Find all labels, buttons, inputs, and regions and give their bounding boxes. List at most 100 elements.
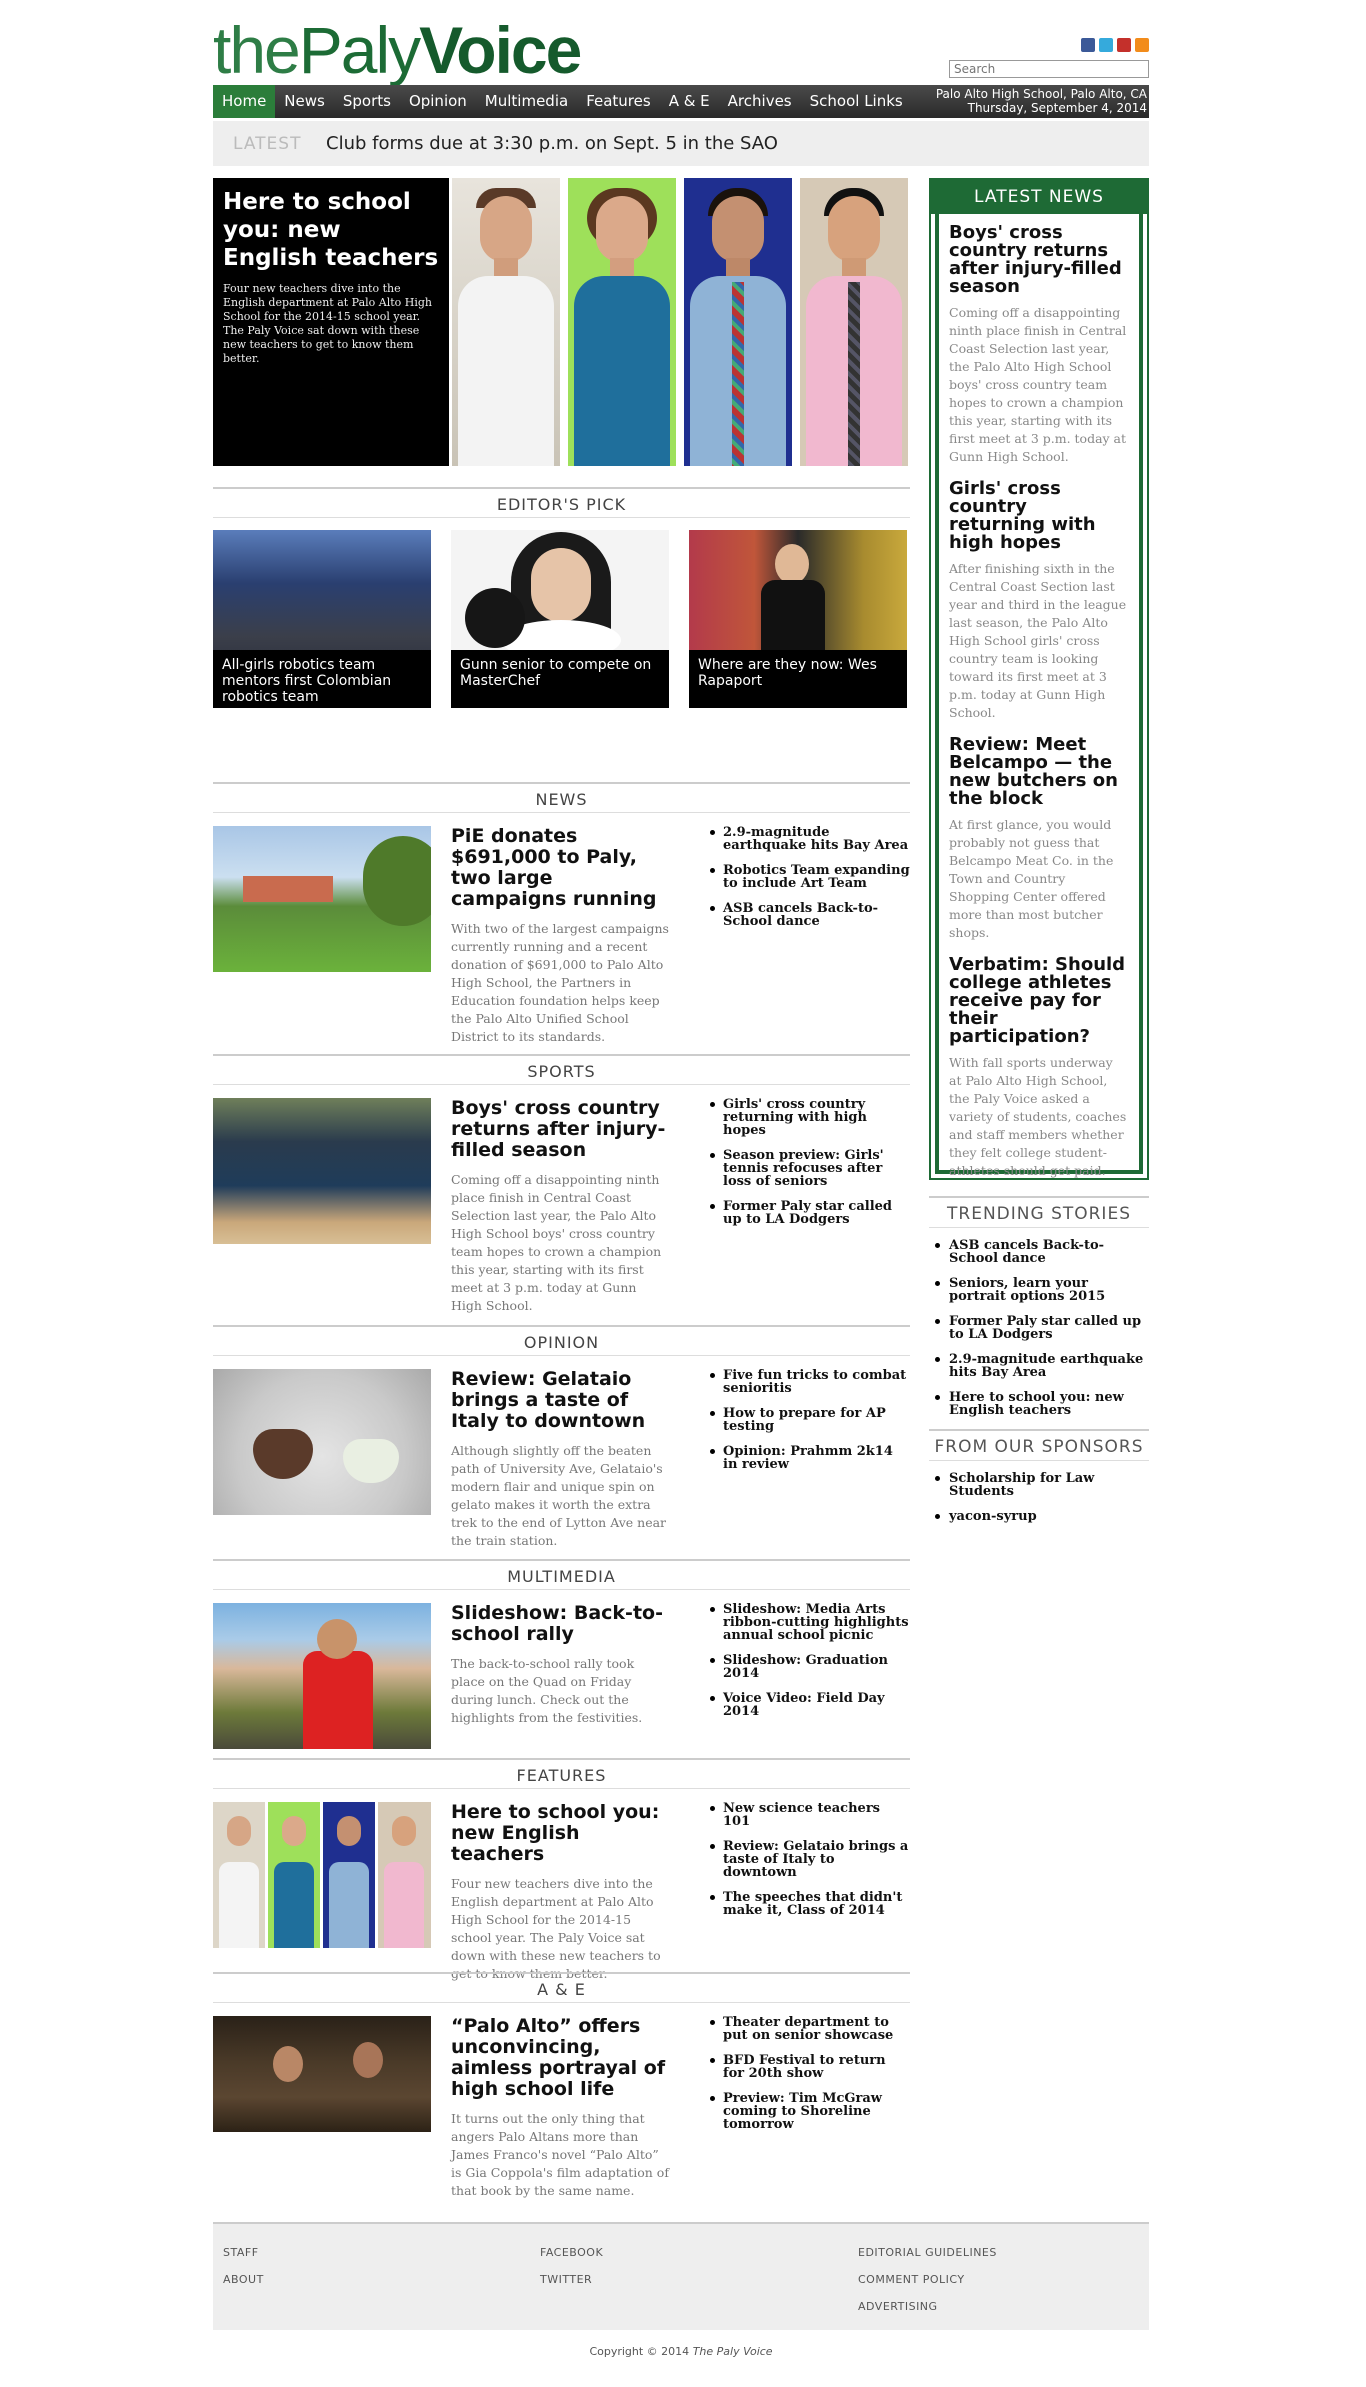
- sports-link[interactable]: Season preview: Girls' tennis refocuses …: [710, 1149, 910, 1188]
- opinion-photo[interactable]: [213, 1369, 431, 1515]
- footer-link-facebook[interactable]: FACEBOOK: [540, 2246, 603, 2259]
- features-headline[interactable]: Here to school you: new English teachers: [451, 1802, 669, 1865]
- ticker-label: LATEST: [233, 133, 302, 154]
- sponsor-item[interactable]: yacon-syrup: [929, 1510, 1149, 1523]
- latest-ticker: LATEST Club forms due at 3:30 p.m. on Se…: [213, 121, 1149, 166]
- editors-pick-card[interactable]: Gunn senior to compete on MasterChef: [451, 530, 669, 708]
- ae-heading: A & E: [213, 1972, 910, 2003]
- sidebar: LATEST NEWS Boys' cross country returns …: [929, 178, 1149, 1180]
- facebook-icon[interactable]: [1081, 38, 1095, 52]
- nav-ae[interactable]: A & E: [660, 85, 719, 118]
- multimedia-headline[interactable]: Slideshow: Back-to-school rally: [451, 1603, 669, 1645]
- hero-photo-teacher-4: [800, 178, 908, 466]
- multimedia-link[interactable]: Slideshow: Media Arts ribbon-cutting hig…: [710, 1603, 910, 1642]
- nav-school-links[interactable]: School Links: [801, 85, 912, 118]
- sports-link[interactable]: Former Paly star called up to LA Dodgers: [710, 1200, 910, 1226]
- hero-photo-teacher-3: [684, 178, 792, 466]
- features-links: New science teachers 101 Review: Gelatai…: [710, 1802, 910, 1929]
- news-links: 2.9-magnitude earthquake hits Bay Area R…: [710, 826, 910, 940]
- editors-pick-card[interactable]: All-girls robotics team mentors first Co…: [213, 530, 431, 708]
- footer-link-staff[interactable]: STAFF: [223, 2246, 259, 2259]
- nav-sports[interactable]: Sports: [334, 85, 400, 118]
- news-link[interactable]: 2.9-magnitude earthquake hits Bay Area: [710, 826, 910, 852]
- trending-item[interactable]: Seniors, learn your portrait options 201…: [929, 1277, 1149, 1303]
- logo-the: the: [213, 13, 301, 87]
- trending-heading: TRENDING STORIES: [929, 1196, 1149, 1228]
- sports-photo[interactable]: [213, 1098, 431, 1244]
- hero-photo-teacher-1: [452, 178, 560, 466]
- editors-pick-caption[interactable]: All-girls robotics team mentors first Co…: [213, 650, 431, 708]
- multimedia-heading: MULTIMEDIA: [213, 1559, 910, 1590]
- site-logo[interactable]: thePalyVoice: [213, 10, 582, 90]
- multimedia-links: Slideshow: Media Arts ribbon-cutting hig…: [710, 1603, 910, 1730]
- latest-news-title[interactable]: Verbatim: Should college athletes receiv…: [949, 956, 1129, 1046]
- features-link[interactable]: The speeches that didn't make it, Class …: [710, 1891, 910, 1917]
- hero-title[interactable]: Here to school you: new English teachers: [223, 188, 439, 272]
- page: thePalyVoice Home News Sports Opinion Mu…: [213, 0, 1149, 2387]
- latest-news-summary: Coming off a disappointing ninth place f…: [949, 305, 1127, 464]
- nav-news[interactable]: News: [275, 85, 334, 118]
- ae-link[interactable]: BFD Festival to return for 20th show: [710, 2054, 910, 2080]
- footer-link-editorial-guidelines[interactable]: EDITORIAL GUIDELINES: [858, 2246, 997, 2259]
- sports-link[interactable]: Girls' cross country returning with high…: [710, 1098, 910, 1137]
- footer-link-comment-policy[interactable]: COMMENT POLICY: [858, 2273, 965, 2286]
- nav-home[interactable]: Home: [213, 85, 276, 118]
- footer-link-advertising[interactable]: ADVERTISING: [858, 2300, 938, 2313]
- logo-voice: Voice: [419, 13, 582, 87]
- sponsor-item[interactable]: Scholarship for Law Students: [929, 1472, 1149, 1498]
- trending-item[interactable]: Former Paly star called up to LA Dodgers: [929, 1315, 1149, 1341]
- latest-news-summary: With fall sports underway at Palo Alto H…: [949, 1055, 1127, 1178]
- sponsors-heading: FROM OUR SPONSORS: [929, 1429, 1149, 1461]
- sports-headline[interactable]: Boys' cross country returns after injury…: [451, 1098, 669, 1161]
- hero-feature[interactable]: Here to school you: new English teachers…: [213, 178, 910, 466]
- latest-news-title[interactable]: Girls' cross country returning with high…: [949, 480, 1129, 552]
- nav-archives[interactable]: Archives: [719, 85, 801, 118]
- search-input[interactable]: [949, 60, 1149, 78]
- news-link[interactable]: Robotics Team expanding to include Art T…: [710, 864, 910, 890]
- opinion-headline[interactable]: Review: Gelataio brings a taste of Italy…: [451, 1369, 669, 1432]
- ae-link[interactable]: Preview: Tim McGraw coming to Shoreline …: [710, 2092, 910, 2131]
- ae-headline[interactable]: “Palo Alto” offers unconvincing, aimless…: [451, 2016, 669, 2100]
- editors-pick-heading: EDITOR'S PICK: [213, 487, 910, 518]
- nav-features[interactable]: Features: [577, 85, 660, 118]
- multimedia-photo[interactable]: [213, 1603, 431, 1749]
- editors-pick-card[interactable]: Where are they now: Wes Rapaport: [689, 530, 907, 708]
- news-link[interactable]: ASB cancels Back-to-School dance: [710, 902, 910, 928]
- opinion-link[interactable]: Opinion: Prahmm 2k14 in review: [710, 1445, 910, 1471]
- twitter-icon[interactable]: [1099, 38, 1113, 52]
- location-text: Palo Alto High School, Palo Alto, CA: [935, 87, 1147, 101]
- features-link[interactable]: Review: Gelataio brings a taste of Italy…: [710, 1840, 910, 1879]
- nav-date: Palo Alto High School, Palo Alto, CA Thur…: [936, 87, 1147, 115]
- nav-opinion[interactable]: Opinion: [400, 85, 476, 118]
- news-photo[interactable]: [213, 826, 431, 972]
- footer-link-twitter[interactable]: TWITTER: [540, 2273, 592, 2286]
- ae-link[interactable]: Theater department to put on senior show…: [710, 2016, 910, 2042]
- ae-links: Theater department to put on senior show…: [710, 2016, 910, 2143]
- opinion-link[interactable]: How to prepare for AP testing: [710, 1407, 910, 1433]
- latest-news-title[interactable]: Boys' cross country returns after injury…: [949, 224, 1129, 296]
- nav-multimedia[interactable]: Multimedia: [476, 85, 577, 118]
- opinion-summary: Although slightly off the beaten path of…: [451, 1443, 667, 1548]
- editors-pick-caption[interactable]: Where are they now: Wes Rapaport: [689, 650, 907, 708]
- latest-news-title[interactable]: Review: Meet Belcampo — the new butchers…: [949, 736, 1129, 808]
- ticker-text[interactable]: Club forms due at 3:30 p.m. on Sept. 5 i…: [326, 133, 778, 154]
- editors-pick-caption[interactable]: Gunn senior to compete on MasterChef: [451, 650, 669, 708]
- youtube-icon[interactable]: [1117, 38, 1131, 52]
- multimedia-link[interactable]: Slideshow: Graduation 2014: [710, 1654, 910, 1680]
- features-photo[interactable]: [213, 1802, 431, 1948]
- sports-summary: Coming off a disappointing ninth place f…: [451, 1172, 662, 1313]
- news-headline[interactable]: PiE donates $691,000 to Paly, two large …: [451, 826, 669, 910]
- ae-photo[interactable]: [213, 2016, 431, 2132]
- trending-item[interactable]: 2.9-magnitude earthquake hits Bay Area: [929, 1353, 1149, 1379]
- sponsors-list: Scholarship for Law Students yacon-syrup: [929, 1472, 1149, 1535]
- news-summary: With two of the largest campaigns curren…: [451, 921, 669, 1044]
- footer-link-about[interactable]: ABOUT: [223, 2273, 264, 2286]
- multimedia-link[interactable]: Voice Video: Field Day 2014: [710, 1692, 910, 1718]
- trending-item[interactable]: Here to school you: new English teachers: [929, 1391, 1149, 1417]
- opinion-link[interactable]: Five fun tricks to combat senioritis: [710, 1369, 910, 1395]
- latest-news-heading: LATEST NEWS: [931, 180, 1147, 214]
- opinion-heading: OPINION: [213, 1325, 910, 1356]
- features-link[interactable]: New science teachers 101: [710, 1802, 910, 1828]
- trending-item[interactable]: ASB cancels Back-to-School dance: [929, 1239, 1149, 1265]
- rss-icon[interactable]: [1135, 38, 1149, 52]
